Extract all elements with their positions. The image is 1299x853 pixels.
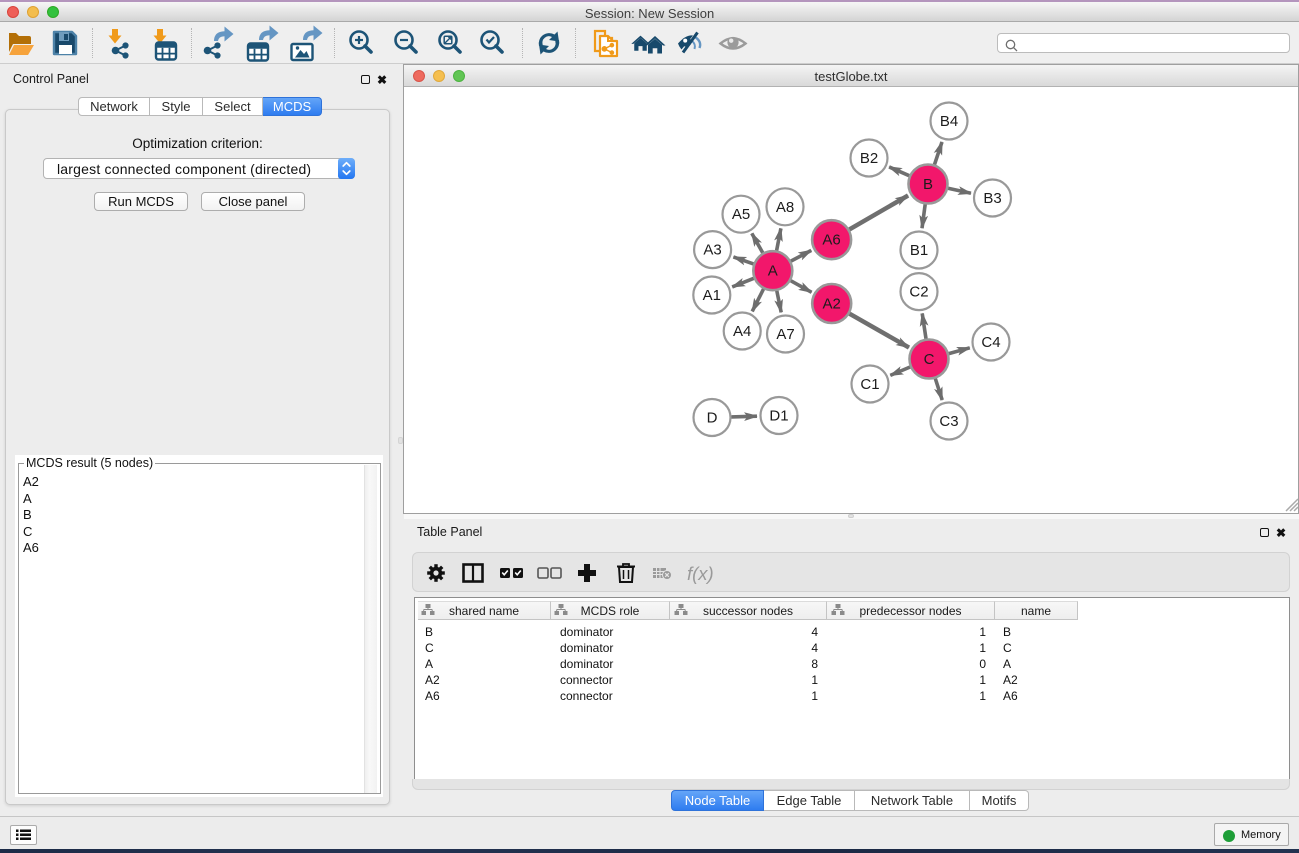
svg-text:B3: B3: [983, 190, 1001, 207]
svg-text:A7: A7: [776, 326, 794, 343]
svg-text:D1: D1: [769, 407, 788, 424]
svg-text:C2: C2: [909, 283, 928, 300]
svg-text:A8: A8: [775, 198, 793, 215]
svg-text:C: C: [923, 351, 934, 368]
svg-text:f(x): f(x): [687, 563, 714, 584]
svg-text:A3: A3: [703, 241, 721, 258]
svg-text:C4: C4: [981, 334, 1000, 351]
svg-text:C1: C1: [860, 376, 879, 393]
svg-text:A2: A2: [822, 295, 840, 312]
svg-text:A: A: [767, 262, 777, 279]
svg-text:B1: B1: [909, 242, 927, 259]
svg-text:A5: A5: [731, 206, 749, 223]
svg-text:B2: B2: [859, 150, 877, 167]
svg-text:C3: C3: [939, 413, 958, 430]
svg-text:D: D: [706, 409, 717, 426]
svg-text:B: B: [922, 176, 932, 193]
svg-text:A6: A6: [822, 231, 840, 248]
svg-text:B4: B4: [939, 113, 957, 130]
svg-text:A1: A1: [702, 287, 720, 304]
svg-text:A4: A4: [733, 323, 751, 340]
